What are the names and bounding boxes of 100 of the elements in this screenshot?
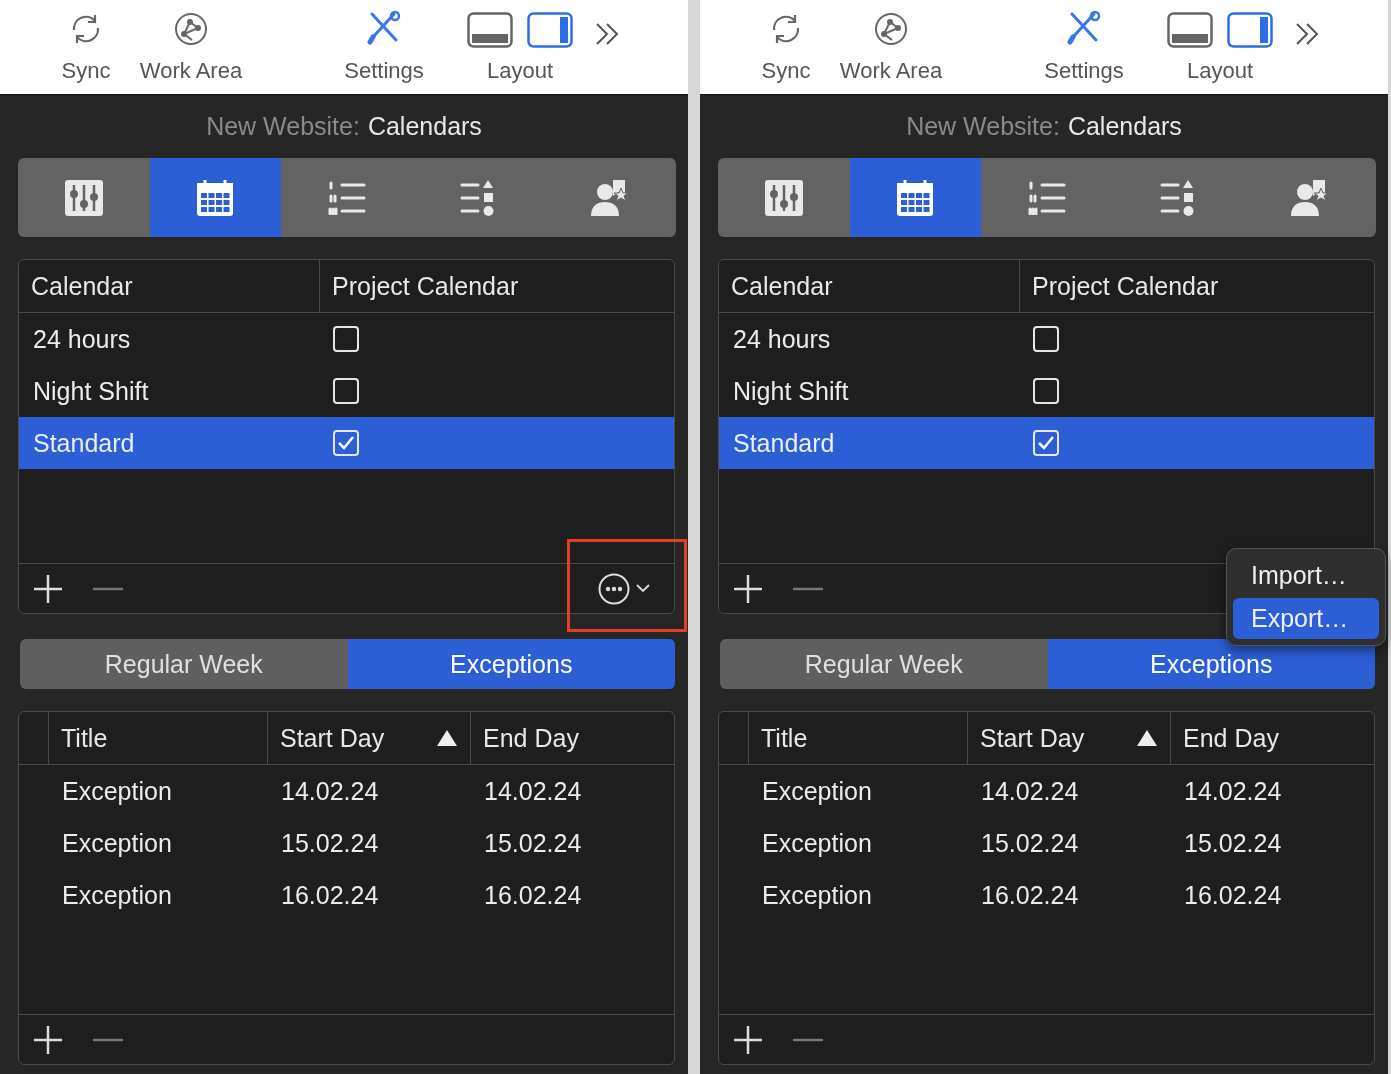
exception-row[interactable]: Exception 16.02.24 16.02.24 <box>19 869 674 921</box>
toolbar-button[interactable]: Work Area <box>826 0 956 84</box>
chevron-down-icon <box>636 584 650 593</box>
checkbox[interactable] <box>1033 326 1059 352</box>
exception-row[interactable]: Exception 15.02.24 15.02.24 <box>719 817 1374 869</box>
calendar-icon <box>196 178 235 217</box>
minus-icon <box>793 1037 823 1042</box>
calendar-row[interactable]: Night Shift <box>19 365 674 417</box>
project-name: New Website: <box>906 112 1060 141</box>
table-cell-text: Standard <box>32 428 136 458</box>
double-chevron-icon[interactable] <box>1295 22 1319 46</box>
column-header: Project Calendar <box>319 260 674 312</box>
table-cell-text: Standard <box>732 428 836 458</box>
checkbox[interactable] <box>333 378 359 404</box>
toolbar-button[interactable]: Work Area <box>126 0 256 84</box>
remove-button[interactable] <box>93 1037 123 1042</box>
exception-row[interactable]: Exception 14.02.24 14.02.24 <box>719 765 1374 817</box>
calendar-row[interactable]: Standard <box>19 417 674 469</box>
plus-icon <box>33 573 63 604</box>
sliders-icon <box>64 179 103 216</box>
sidebar-panel-icon[interactable] <box>527 12 573 48</box>
table-cell-text: 24 hours <box>32 324 132 354</box>
segment-button[interactable]: Exceptions <box>347 639 675 689</box>
exception-row[interactable]: Exception 15.02.24 15.02.24 <box>19 817 674 869</box>
column-header[interactable]: Title <box>48 712 267 764</box>
inspector-tab[interactable] <box>849 158 982 237</box>
checkbox[interactable] <box>1033 378 1059 404</box>
exception-row[interactable]: Exception 14.02.24 14.02.24 <box>19 765 674 817</box>
numbered-list-icon <box>1028 180 1066 215</box>
checkmark-icon <box>1037 435 1055 451</box>
toolbar-button[interactable]: Settings <box>1029 0 1139 84</box>
calendar-row[interactable]: Standard <box>719 417 1374 469</box>
sliders-icon <box>764 179 803 216</box>
exception-row[interactable]: Exception 16.02.24 16.02.24 <box>719 869 1374 921</box>
minus-icon <box>93 586 123 591</box>
table-cell-text: 16.02.24 <box>1183 880 1283 910</box>
project-name: New Website: <box>206 112 360 141</box>
table-cell-text: 14.02.24 <box>483 776 583 806</box>
remove-button[interactable] <box>93 586 123 591</box>
bottom-panel-icon[interactable] <box>1167 12 1213 48</box>
network-globe-icon <box>872 10 910 48</box>
checkmark-icon <box>337 435 355 451</box>
bottom-panel-icon[interactable] <box>467 12 513 48</box>
numbered-list-icon <box>328 180 366 215</box>
double-chevron-icon[interactable] <box>595 22 619 46</box>
add-button[interactable] <box>33 573 63 604</box>
table-cell-text: Exception <box>61 828 173 858</box>
table-cell-text: 14.02.24 <box>980 776 1080 806</box>
add-button[interactable] <box>733 1024 763 1055</box>
network-globe-icon <box>172 10 210 48</box>
table-cell-text: 14.02.24 <box>280 776 380 806</box>
table-cell-text: 15.02.24 <box>980 828 1080 858</box>
ellipsis-circle-icon <box>598 572 630 605</box>
inspector-tab[interactable] <box>149 158 282 237</box>
toolbar-button[interactable]: Sync <box>46 0 126 84</box>
column-header[interactable]: Start Day <box>267 712 470 764</box>
calendar-icon <box>896 178 935 217</box>
table-cell-text: Exception <box>761 880 873 910</box>
table-cell-text: Exception <box>761 828 873 858</box>
table-cell-text: Night Shift <box>732 376 850 406</box>
toolbar-button[interactable]: Settings <box>329 0 439 84</box>
calendar-row[interactable]: 24 hours <box>719 313 1374 365</box>
person-star-icon <box>1291 179 1330 216</box>
section-title: Calendars <box>1067 112 1182 141</box>
table-cell-text: 14.02.24 <box>1183 776 1283 806</box>
table-cell-text: 15.02.24 <box>1183 828 1283 858</box>
table-cell-text: 24 hours <box>732 324 832 354</box>
table-cell-text: 15.02.24 <box>483 828 583 858</box>
person-star-icon <box>591 179 630 216</box>
column-header[interactable]: Title <box>748 712 967 764</box>
checkbox[interactable] <box>333 326 359 352</box>
add-button[interactable] <box>733 573 763 604</box>
column-header: Calendar <box>730 270 834 302</box>
checkbox[interactable] <box>1033 430 1059 456</box>
table-cell-text: Exception <box>61 776 173 806</box>
table-cell-text: 15.02.24 <box>280 828 380 858</box>
column-header[interactable]: Start Day <box>967 712 1170 764</box>
toolbar-button[interactable]: Sync <box>746 0 826 84</box>
calendar-row[interactable]: 24 hours <box>19 313 674 365</box>
column-header[interactable]: End Day <box>1170 712 1374 764</box>
calendar-row[interactable]: Night Shift <box>719 365 1374 417</box>
add-button[interactable] <box>33 1024 63 1055</box>
sidebar-panel-icon[interactable] <box>1227 12 1273 48</box>
segment-button[interactable]: Regular Week <box>720 639 1048 689</box>
menu-item[interactable]: Import… <box>1233 555 1379 596</box>
table-cell-text: Exception <box>761 776 873 806</box>
segment-button[interactable]: Regular Week <box>20 639 348 689</box>
plus-icon <box>33 1024 63 1055</box>
remove-button[interactable] <box>793 1037 823 1042</box>
minus-icon <box>93 1037 123 1042</box>
checkbox[interactable] <box>333 430 359 456</box>
table-cell-text: 16.02.24 <box>980 880 1080 910</box>
column-header: Calendar <box>30 270 134 302</box>
section-title: Calendars <box>367 112 482 141</box>
remove-button[interactable] <box>793 586 823 591</box>
menu-item[interactable]: Export… <box>1233 598 1379 639</box>
table-cell-text: Exception <box>61 880 173 910</box>
table-cell-text: 16.02.24 <box>280 880 380 910</box>
column-header[interactable]: End Day <box>470 712 674 764</box>
segment-button[interactable]: Exceptions <box>1047 639 1375 689</box>
